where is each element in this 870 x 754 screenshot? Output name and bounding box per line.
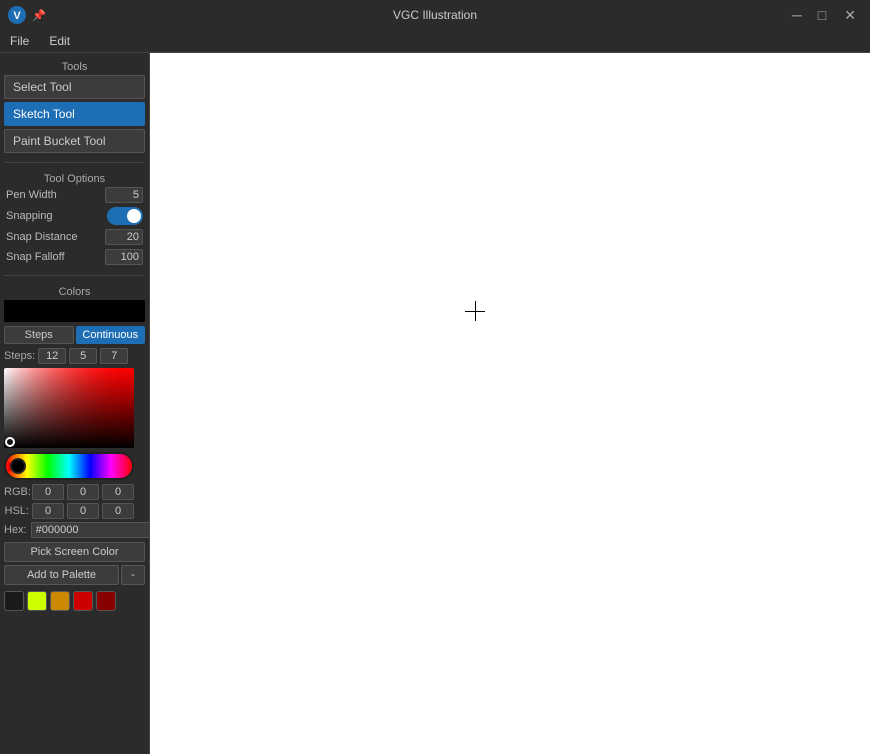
- hex-input[interactable]: [31, 522, 150, 538]
- hue-track: ▶: [4, 452, 134, 480]
- swatch-1[interactable]: [27, 591, 47, 611]
- snap-distance-label: Snap Distance: [6, 231, 78, 243]
- minimize-button[interactable]: ─: [788, 5, 806, 25]
- steps-label: Steps:: [4, 350, 35, 362]
- maximize-button[interactable]: □: [814, 5, 830, 25]
- paint-bucket-tool-button[interactable]: Paint Bucket Tool: [4, 129, 145, 153]
- snapping-row: Snapping: [4, 207, 145, 225]
- pin-icon: 📌: [32, 9, 46, 22]
- add-palette-row: Add to Palette -: [4, 565, 145, 585]
- hsl-label: HSL:: [4, 505, 29, 517]
- step1-input[interactable]: [38, 348, 66, 364]
- logo-icon: V: [8, 6, 26, 24]
- hsl-row: HSL:: [4, 503, 145, 519]
- hex-row: Hex:: [4, 522, 145, 538]
- toggle-thumb: [127, 209, 141, 223]
- sketch-tool-button[interactable]: Sketch Tool: [4, 102, 145, 126]
- snap-falloff-label: Snap Falloff: [6, 251, 65, 263]
- pen-width-row: Pen Width: [4, 187, 145, 203]
- menubar: File Edit: [0, 30, 870, 53]
- palette-row: [4, 589, 145, 613]
- titlebar: V 📌 VGC Illustration ─ □ ✕: [0, 0, 870, 30]
- rgb-row: RGB:: [4, 484, 145, 500]
- canvas-area[interactable]: [150, 53, 870, 754]
- continuous-mode-button[interactable]: Continuous: [76, 326, 146, 344]
- tools-label: Tools: [4, 57, 145, 75]
- colors-label: Colors: [4, 282, 145, 300]
- swatch-2[interactable]: [50, 591, 70, 611]
- window-controls: ─ □ ✕: [788, 5, 862, 26]
- pen-width-input[interactable]: [105, 187, 143, 203]
- snapping-toggle[interactable]: [107, 207, 143, 225]
- divider-2: [4, 275, 145, 276]
- menu-edit[interactable]: Edit: [39, 32, 80, 50]
- steps-mode-button[interactable]: Steps: [4, 326, 74, 344]
- sidebar: Tools Select Tool Sketch Tool Paint Buck…: [0, 53, 150, 754]
- rgb-g-input[interactable]: [67, 484, 99, 500]
- menu-file[interactable]: File: [0, 32, 39, 50]
- app-title: VGC Illustration: [393, 8, 477, 22]
- picker-cursor: [5, 437, 15, 447]
- remove-from-palette-button[interactable]: -: [121, 565, 145, 585]
- color-preview: [4, 300, 145, 322]
- pen-width-label: Pen Width: [6, 189, 57, 201]
- tool-options-label: Tool Options: [4, 169, 145, 187]
- app-logo: V 📌: [8, 6, 46, 24]
- swatch-3[interactable]: [73, 591, 93, 611]
- color-picker-canvas: [4, 368, 134, 448]
- rgb-r-input[interactable]: [32, 484, 64, 500]
- color-picker-box[interactable]: [4, 368, 134, 448]
- svg-text:V: V: [13, 10, 21, 22]
- rgb-label: RGB:: [4, 486, 29, 498]
- rgb-b-input[interactable]: [102, 484, 134, 500]
- swatch-4[interactable]: [96, 591, 116, 611]
- swatch-0[interactable]: [4, 591, 24, 611]
- pick-screen-color-button[interactable]: Pick Screen Color: [4, 542, 145, 562]
- main: Tools Select Tool Sketch Tool Paint Buck…: [0, 53, 870, 754]
- snap-falloff-input[interactable]: [105, 249, 143, 265]
- snap-distance-row: Snap Distance: [4, 229, 145, 245]
- hsl-h-input[interactable]: [32, 503, 64, 519]
- add-to-palette-button[interactable]: Add to Palette: [4, 565, 119, 585]
- hue-slider-container[interactable]: ▶: [4, 452, 134, 480]
- snapping-label: Snapping: [6, 210, 53, 222]
- hsl-s-input[interactable]: [67, 503, 99, 519]
- snap-falloff-row: Snap Falloff: [4, 249, 145, 265]
- hsl-l-input[interactable]: [102, 503, 134, 519]
- divider-1: [4, 162, 145, 163]
- snap-distance-input[interactable]: [105, 229, 143, 245]
- select-tool-button[interactable]: Select Tool: [4, 75, 145, 99]
- steps-row: Steps:: [4, 348, 145, 364]
- step3-input[interactable]: [100, 348, 128, 364]
- hue-thumb: [10, 458, 26, 474]
- step2-input[interactable]: [69, 348, 97, 364]
- close-button[interactable]: ✕: [838, 5, 862, 26]
- crosshair-cursor: [465, 301, 485, 321]
- mode-row: Steps Continuous: [4, 326, 145, 344]
- hex-label: Hex:: [4, 524, 27, 536]
